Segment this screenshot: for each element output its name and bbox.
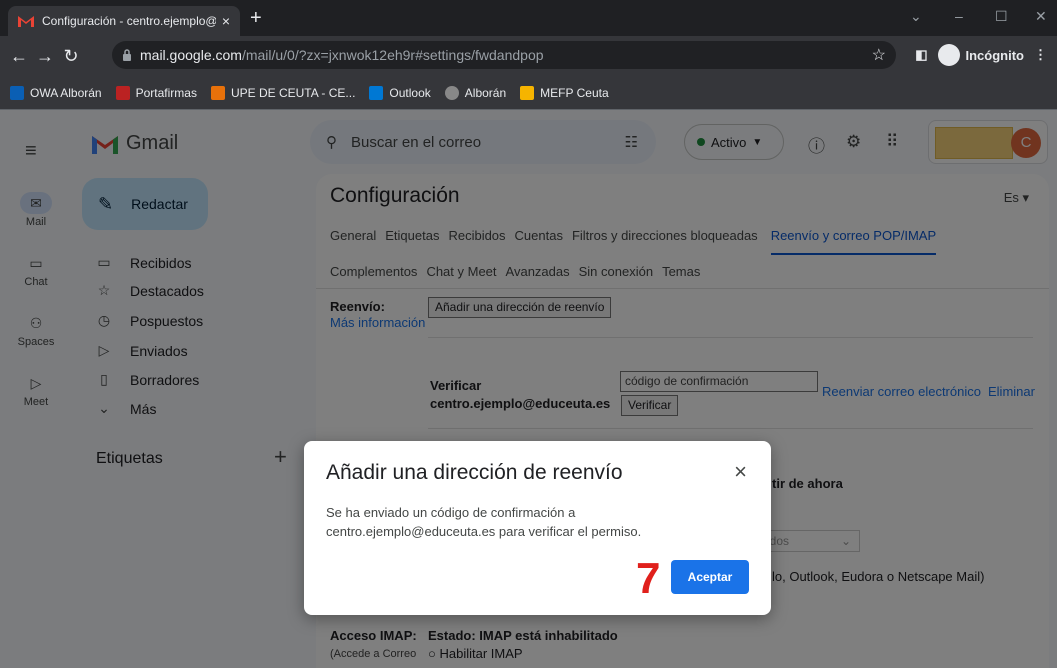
- menu-kebab-icon[interactable]: ⋮: [1034, 47, 1047, 63]
- accept-button[interactable]: Aceptar: [671, 560, 749, 594]
- incognito-icon: [937, 44, 960, 66]
- url-host: mail.google.com: [140, 47, 242, 63]
- upe-icon: [210, 85, 225, 100]
- browser-tab[interactable]: Configuración - centro.ejemplo@ ×: [8, 6, 240, 36]
- incognito-label: Incógnito: [965, 47, 1025, 63]
- url-path: /mail/u/0/?zx=jxnwok12eh9r#settings/fwda…: [241, 47, 544, 63]
- bookmark-owa[interactable]: OWA Alborán: [10, 85, 102, 100]
- bookmark-outlook[interactable]: Outlook: [369, 85, 431, 100]
- dialog-message: Se ha enviado un código de confirmación …: [326, 505, 642, 539]
- add-forwarding-dialog: Añadir una dirección de reenvío × Se ha …: [304, 441, 771, 615]
- globe-icon: [444, 85, 459, 100]
- bookmark-portafirmas[interactable]: Portafirmas: [115, 85, 197, 100]
- gmail-favicon-icon: [18, 16, 34, 27]
- tab-search-icon[interactable]: ⌄: [910, 8, 922, 25]
- browser-tabbar: Configuración - centro.ejemplo@ × + ⌄ – …: [0, 0, 1057, 36]
- forward-icon[interactable]: →: [32, 46, 58, 67]
- outlook-icon: [369, 85, 384, 100]
- new-tab-button[interactable]: +: [250, 8, 262, 28]
- incognito-indicator[interactable]: Incógnito: [937, 44, 1025, 66]
- bookmark-mefp[interactable]: MEFP Ceuta: [520, 85, 609, 100]
- close-icon[interactable]: ×: [734, 459, 747, 485]
- lock-icon: [123, 49, 131, 61]
- sidepanel-icon[interactable]: ◧: [915, 47, 927, 63]
- portafirmas-icon: [115, 85, 130, 100]
- bookmark-star-icon[interactable]: ☆: [872, 45, 886, 65]
- reload-icon[interactable]: ↻: [58, 46, 84, 67]
- browser-toolbar: ← → ↻ mail.google.com/mail/u/0/?zx=jxnwo…: [0, 36, 1057, 76]
- bookmark-alboran[interactable]: Alborán: [444, 85, 506, 100]
- mefp-icon: [520, 85, 535, 100]
- minimize-icon[interactable]: –: [955, 8, 963, 24]
- address-bar[interactable]: mail.google.com/mail/u/0/?zx=jxnwok12eh9…: [112, 41, 896, 69]
- window-close-icon[interactable]: ✕: [1035, 8, 1047, 25]
- tab-close-icon[interactable]: ×: [222, 13, 230, 29]
- bookmark-upe[interactable]: UPE DE CEUTA - CE...: [210, 85, 355, 100]
- tab-title: Configuración - centro.ejemplo@: [42, 14, 216, 28]
- maximize-icon[interactable]: ☐: [995, 8, 1008, 25]
- step-number-annotation: 7: [636, 554, 661, 603]
- bookmarks-bar: OWA Alborán Portafirmas UPE DE CEUTA - C…: [0, 76, 1057, 110]
- toolbar-right: ◧ Incógnito ⋮: [915, 44, 1047, 66]
- owa-icon: [10, 85, 24, 100]
- back-icon[interactable]: ←: [6, 46, 32, 67]
- dialog-title: Añadir una dirección de reenvío: [326, 461, 623, 484]
